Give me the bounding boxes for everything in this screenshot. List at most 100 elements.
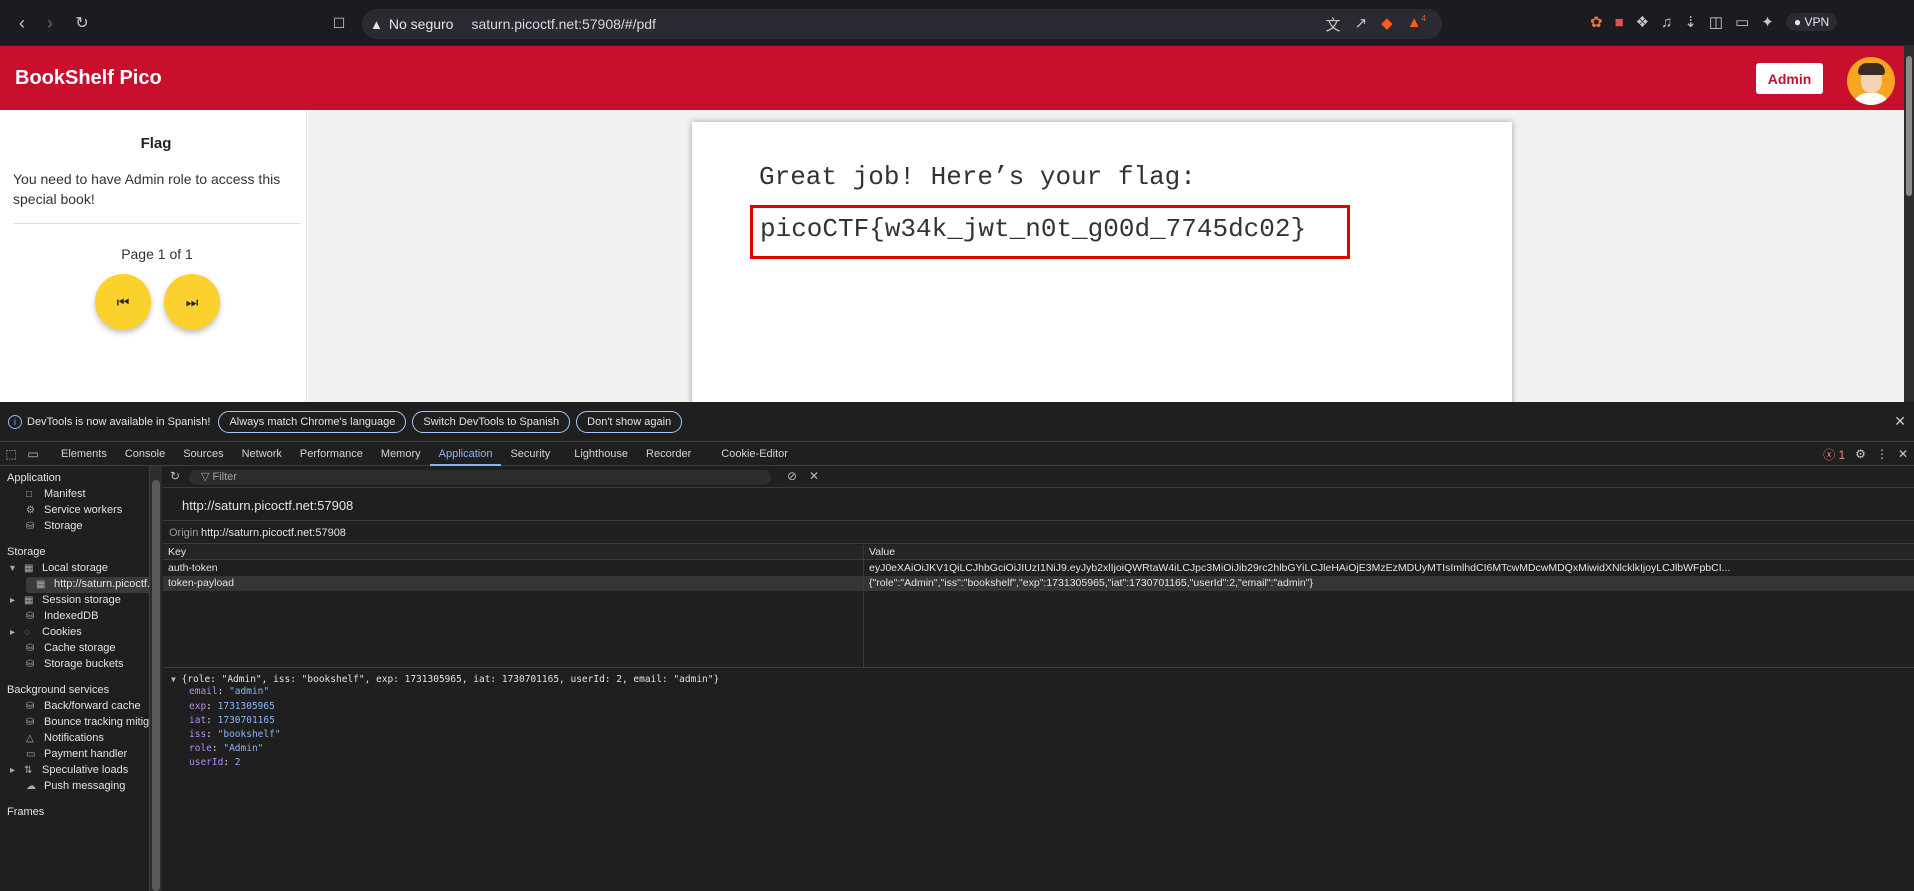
- sidebar-item-service-workers[interactable]: ⚙ Service workers: [26, 504, 122, 516]
- wallet-icon[interactable]: ▭: [1735, 13, 1749, 31]
- close-infobar-icon[interactable]: ✕: [1894, 413, 1906, 430]
- field-value: 2: [234, 757, 241, 768]
- tab-console[interactable]: Console: [116, 442, 174, 466]
- more-options-icon[interactable]: ⋮: [1876, 447, 1888, 461]
- sidebar-item-label: Push messaging: [44, 780, 126, 792]
- device-toolbar-icon[interactable]: ▭: [22, 447, 44, 461]
- clear-all-icon[interactable]: ⊘: [787, 469, 797, 483]
- table-header: [163, 545, 1914, 560]
- application-sidebar: Application □ Manifest ⚙ Service workers ⛁…: [0, 466, 150, 891]
- sidebar-scrollbar-thumb[interactable]: [152, 480, 160, 891]
- column-divider[interactable]: [863, 545, 864, 668]
- vpn-button[interactable]: ● VPN: [1785, 13, 1838, 31]
- table-icon: ▦: [24, 595, 34, 606]
- database-icon: ⛁: [26, 701, 35, 712]
- leo-icon[interactable]: ✦: [1761, 13, 1774, 31]
- tab-memory[interactable]: Memory: [372, 442, 430, 466]
- inspect-element-icon[interactable]: ⬚: [0, 447, 22, 461]
- sidebar-item-cookies[interactable]: ▸ ◌ Cookies: [10, 626, 82, 638]
- chevron-down-icon: ▾: [10, 563, 16, 574]
- database-icon: ⛁: [26, 611, 35, 622]
- sidebar-item-session-storage[interactable]: ▸ ▦ Session storage: [10, 594, 121, 606]
- sidebar-item-local-origin[interactable]: ▦ http://saturn.picoctf.ne...: [36, 578, 150, 590]
- bookmark-icon[interactable]: ☐: [325, 9, 353, 37]
- cookie-icon: ◌: [24, 627, 30, 638]
- error-counter[interactable]: ⓧ 1: [1823, 446, 1845, 463]
- table-row-key[interactable]: auth-token: [168, 562, 858, 574]
- sidebar-item-storage-buckets[interactable]: ⛁ Storage buckets: [26, 658, 124, 670]
- sidebar-item-label: IndexedDB: [44, 610, 99, 622]
- devtools-tabbar: ⬚ ▭ Elements Console Sources Network Per…: [0, 442, 1914, 466]
- key-column-header[interactable]: Key: [168, 546, 186, 558]
- sidebar-item-speculative-loads[interactable]: ▸ ⇅ Speculative loads: [10, 764, 128, 776]
- media-icon[interactable]: ♫: [1661, 14, 1672, 31]
- sidebar-item-manifest[interactable]: □ Manifest: [26, 488, 86, 500]
- match-language-button[interactable]: Always match Chrome's language: [218, 410, 407, 433]
- field-key: iss: [189, 729, 207, 740]
- security-status[interactable]: No seguro: [389, 16, 454, 32]
- cookie-extension-icon[interactable]: ✿: [1590, 13, 1603, 31]
- sidebar-item-indexeddb[interactable]: ⛁ IndexedDB: [26, 610, 98, 622]
- origin-label: Origin: [169, 527, 199, 539]
- sidebar-scrollbar[interactable]: [150, 466, 162, 891]
- close-devtools-icon[interactable]: ✕: [1898, 447, 1908, 461]
- storage-panel: ↻ ▽ Filter ⊘ ✕ http://saturn.picoctf.net…: [163, 466, 1914, 891]
- extensions-icon[interactable]: ❖: [1636, 13, 1649, 31]
- tab-security[interactable]: Security: [501, 442, 559, 466]
- tab-cookie-editor[interactable]: Cookie-Editor: [712, 442, 797, 466]
- address-bar[interactable]: ▲ No seguro saturn.picoctf.net:57908/#/p…: [362, 9, 1442, 39]
- tab-sources[interactable]: Sources: [174, 442, 232, 466]
- url-text[interactable]: saturn.picoctf.net:57908/#/pdf: [471, 16, 655, 32]
- tab-performance[interactable]: Performance: [291, 442, 372, 466]
- tab-recorder[interactable]: Recorder: [637, 442, 700, 466]
- brave-shields-icon[interactable]: ◆: [1381, 14, 1393, 35]
- sidebar-item-storage[interactable]: ⛁ Storage: [26, 520, 83, 532]
- sidebar-item-bounce-tracking[interactable]: ⛁ Bounce tracking mitigati...: [26, 716, 149, 728]
- sidebar-item-payment-handler[interactable]: ▭ Payment handler: [26, 748, 127, 760]
- refresh-icon[interactable]: ↻: [170, 469, 180, 483]
- preview-summary[interactable]: ▼ {role: "Admin", iss: "bookshelf", exp:…: [171, 674, 719, 686]
- web-page: BookShelf Pico Admin Flag You need to ha…: [0, 46, 1904, 402]
- page-scrollbar-thumb[interactable]: [1906, 56, 1912, 196]
- filter-input[interactable]: ▽ Filter: [189, 470, 771, 485]
- sidebar-item-bfcache[interactable]: ⛁ Back/forward cache: [26, 700, 141, 712]
- table-row-value[interactable]: {"role":"Admin","iss":"bookshelf","exp":…: [869, 577, 1909, 589]
- last-page-button[interactable]: ⏭: [164, 274, 220, 330]
- forward-icon[interactable]: ›: [36, 9, 64, 37]
- delete-selected-icon[interactable]: ✕: [809, 469, 819, 483]
- brave-rewards-icon[interactable]: ▲4: [1407, 14, 1426, 35]
- tab-lighthouse[interactable]: Lighthouse: [565, 442, 637, 466]
- tab-application[interactable]: Application: [429, 442, 502, 466]
- table-row-key[interactable]: token-payload: [168, 577, 858, 589]
- sidebar-item-label: Back/forward cache: [44, 700, 141, 712]
- share-icon[interactable]: ↗: [1355, 14, 1368, 35]
- sidebar-item-local-storage[interactable]: ▾ ▦ Local storage: [10, 562, 108, 574]
- download-icon[interactable]: ⇣: [1684, 13, 1697, 31]
- admin-button[interactable]: Admin: [1756, 63, 1823, 94]
- avatar[interactable]: [1847, 57, 1895, 105]
- switch-spanish-button[interactable]: Switch DevTools to Spanish: [412, 410, 571, 433]
- dont-show-again-button[interactable]: Don't show again: [576, 410, 683, 433]
- reload-icon[interactable]: ↻: [68, 9, 96, 37]
- value-column-header[interactable]: Value: [869, 546, 895, 558]
- sidebar-icon[interactable]: ◫: [1709, 13, 1723, 31]
- tab-elements[interactable]: Elements: [52, 442, 116, 466]
- table-row-value[interactable]: eyJ0eXAiOiJKV1QiLCJhbGciOiJIUzI1NiJ9.eyJ…: [869, 562, 1909, 574]
- page-scrollbar[interactable]: [1904, 46, 1914, 402]
- settings-icon[interactable]: ⚙: [1855, 447, 1866, 461]
- flag-highlight-box: picoCTF{w34k_jwt_n0t_g00d_7745dc02}: [750, 205, 1350, 259]
- sidebar-item-label: http://saturn.picoctf.ne...: [54, 578, 150, 590]
- translate-icon[interactable]: 文: [1326, 14, 1341, 35]
- sidebar-item-cache-storage[interactable]: ⛁ Cache storage: [26, 642, 116, 654]
- first-page-button[interactable]: ⏮: [95, 274, 151, 330]
- sidebar-item-notifications[interactable]: △ Notifications: [26, 732, 104, 744]
- preview-field: role: "Admin": [189, 743, 264, 754]
- tab-network[interactable]: Network: [233, 442, 291, 466]
- sidebar-item-label: Session storage: [42, 594, 121, 606]
- sidebar-item-push-messaging[interactable]: ☁ Push messaging: [26, 780, 125, 792]
- sidebar-item-label: Storage: [44, 520, 83, 532]
- app-brand[interactable]: BookShelf Pico: [15, 67, 162, 90]
- back-icon[interactable]: ‹: [8, 9, 36, 37]
- pdf-extension-icon[interactable]: ■: [1615, 14, 1624, 31]
- devtools-language-infobar: i DevTools is now available in Spanish! …: [0, 402, 1914, 442]
